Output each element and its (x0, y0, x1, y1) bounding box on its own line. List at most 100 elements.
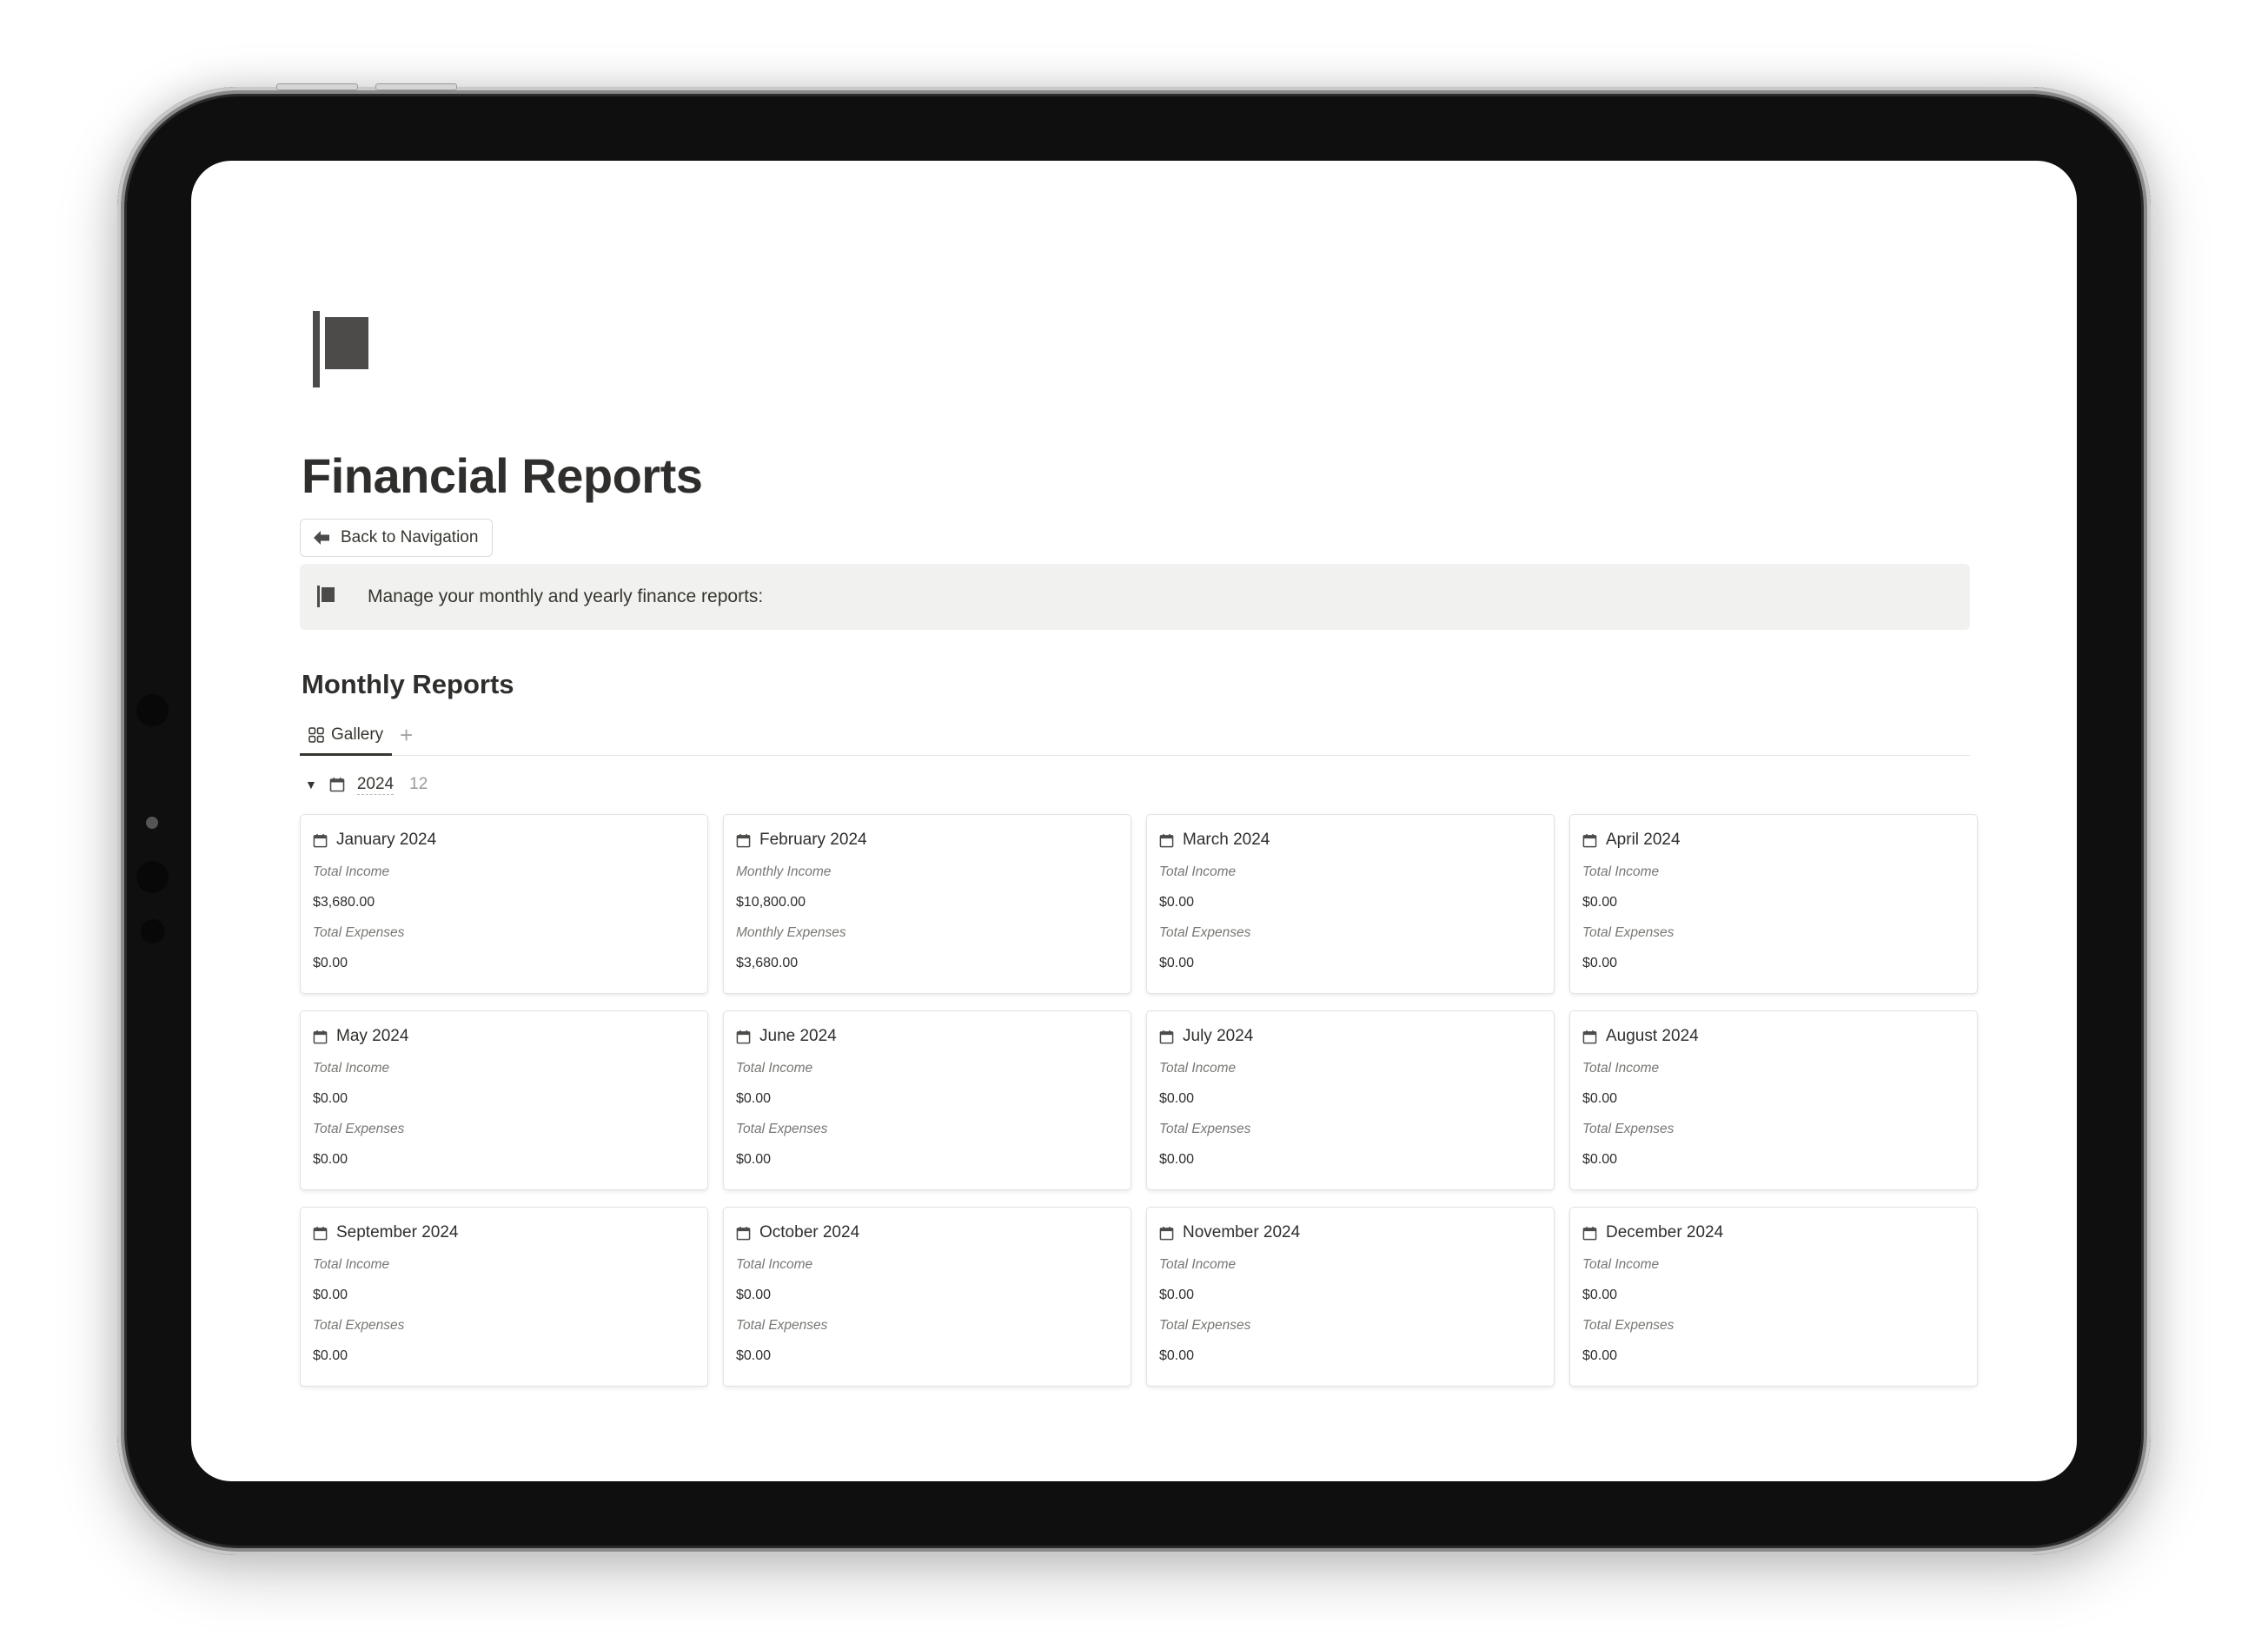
camera-icon (146, 817, 158, 829)
expenses-value: $0.00 (1582, 1348, 1618, 1363)
group-count: 12 (409, 775, 428, 793)
card-title: June 2024 (736, 1023, 1118, 1049)
gallery-card[interactable]: May 2024 Total Income $0.00 Total Expens… (300, 1010, 708, 1190)
income-label: Total Income (1582, 1061, 1660, 1076)
income-label: Total Income (736, 1061, 813, 1076)
card-title-text: April 2024 (1606, 831, 1681, 849)
calendar-icon (736, 833, 751, 847)
gallery-card[interactable]: October 2024 Total Income $0.00 Total Ex… (723, 1207, 1131, 1387)
card-title-text: January 2024 (336, 831, 437, 849)
card-title: March 2024 (1159, 827, 1542, 853)
back-button-label: Back to Navigation (341, 528, 479, 546)
callout-block: Manage your monthly and yearly finance r… (300, 564, 1970, 630)
income-label: Total Income (1582, 1257, 1660, 1272)
gallery-card[interactable]: January 2024 Total Income $3,680.00 Tota… (300, 814, 708, 994)
card-title-text: February 2024 (759, 831, 867, 849)
card-title-text: June 2024 (759, 1027, 837, 1045)
expenses-value: $0.00 (1159, 1152, 1195, 1167)
income-value: $0.00 (1582, 895, 1618, 910)
income-value: $0.00 (313, 1091, 348, 1106)
card-title-text: October 2024 (759, 1223, 860, 1241)
back-to-navigation-button[interactable]: Back to Navigation (300, 519, 494, 557)
card-title-text: May 2024 (336, 1027, 409, 1045)
card-title: April 2024 (1582, 827, 1965, 853)
income-value: $0.00 (1159, 895, 1195, 910)
expenses-value: $0.00 (736, 1348, 772, 1363)
tab-gallery[interactable]: Gallery (300, 717, 393, 756)
card-title: September 2024 (313, 1220, 695, 1246)
income-value: $0.00 (736, 1288, 772, 1302)
expenses-label: Total Expenses (736, 1318, 828, 1333)
income-value: $0.00 (736, 1091, 772, 1106)
screen: Financial Reports Back to Navigation Man… (191, 161, 2077, 1481)
gallery-grid-icon (308, 727, 324, 743)
income-label: Total Income (1159, 1257, 1237, 1272)
calendar-icon (313, 1030, 328, 1043)
income-label: Total Income (736, 1257, 813, 1272)
gallery-grid: January 2024 Total Income $3,680.00 Tota… (300, 814, 1978, 1387)
expenses-value: $0.00 (313, 956, 348, 970)
expenses-value: $0.00 (736, 1152, 772, 1167)
income-value: $0.00 (1159, 1288, 1195, 1302)
expenses-label: Total Expenses (736, 1122, 828, 1136)
calendar-icon (1582, 833, 1597, 847)
volume-button (276, 83, 358, 90)
expenses-value: $0.00 (313, 1348, 348, 1363)
sensor-dot (136, 861, 169, 893)
sensor-dot (141, 919, 165, 943)
income-label: Monthly Income (736, 864, 832, 879)
card-title-text: December 2024 (1606, 1223, 1724, 1241)
card-title-text: November 2024 (1183, 1223, 1301, 1241)
gallery-card[interactable]: August 2024 Total Income $0.00 Total Exp… (1569, 1010, 1978, 1190)
income-label: Total Income (313, 864, 390, 879)
card-title-text: July 2024 (1183, 1027, 1254, 1045)
income-label: Total Income (1159, 864, 1237, 879)
gallery-card[interactable]: February 2024 Monthly Income $10,800.00 … (723, 814, 1131, 994)
add-view-button[interactable]: + (400, 722, 413, 748)
income-value: $0.00 (1582, 1091, 1618, 1106)
card-title: November 2024 (1159, 1220, 1542, 1246)
calendar-icon (1582, 1226, 1597, 1240)
card-title-text: August 2024 (1606, 1027, 1699, 1045)
arrow-left-icon (314, 531, 329, 545)
expenses-label: Total Expenses (313, 1318, 405, 1333)
gallery-card[interactable]: December 2024 Total Income $0.00 Total E… (1569, 1207, 1978, 1387)
income-label: Total Income (313, 1257, 390, 1272)
expenses-label: Total Expenses (313, 1122, 405, 1136)
calendar-icon (1159, 833, 1174, 847)
gallery-card[interactable]: July 2024 Total Income $0.00 Total Expen… (1146, 1010, 1555, 1190)
income-value: $0.00 (1159, 1091, 1195, 1106)
flag-icon[interactable] (313, 311, 382, 389)
page-title: Financial Reports (302, 448, 703, 503)
calendar-icon (313, 833, 328, 847)
card-title: October 2024 (736, 1220, 1118, 1246)
expenses-value: $0.00 (1159, 1348, 1195, 1363)
gallery-card[interactable]: April 2024 Total Income $0.00 Total Expe… (1569, 814, 1978, 994)
gallery-card[interactable]: June 2024 Total Income $0.00 Total Expen… (723, 1010, 1131, 1190)
gallery-card[interactable]: November 2024 Total Income $0.00 Total E… (1146, 1207, 1555, 1387)
expenses-label: Total Expenses (1582, 925, 1674, 940)
expenses-label: Total Expenses (1159, 1122, 1251, 1136)
view-tabs: Gallery + (300, 717, 1970, 756)
group-header: ▼ 2024 12 (305, 771, 428, 798)
card-title: May 2024 (313, 1023, 695, 1049)
income-label: Total Income (313, 1061, 390, 1076)
volume-button (375, 83, 457, 90)
income-value: $10,800.00 (736, 895, 806, 910)
income-label: Total Income (1159, 1061, 1237, 1076)
expenses-label: Total Expenses (1582, 1318, 1674, 1333)
expenses-label: Total Expenses (1159, 1318, 1251, 1333)
database-title: Monthly Reports (302, 669, 514, 699)
calendar-icon (313, 1226, 328, 1240)
gallery-card[interactable]: March 2024 Total Income $0.00 Total Expe… (1146, 814, 1555, 994)
calendar-icon (1159, 1030, 1174, 1043)
group-name[interactable]: 2024 (356, 775, 395, 795)
gallery-card[interactable]: September 2024 Total Income $0.00 Total … (300, 1207, 708, 1387)
calendar-icon (736, 1226, 751, 1240)
card-title: January 2024 (313, 827, 695, 853)
group-toggle[interactable]: ▼ (305, 778, 317, 791)
card-title-text: March 2024 (1183, 831, 1270, 849)
expenses-label: Total Expenses (1582, 1122, 1674, 1136)
callout-text: Manage your monthly and yearly finance r… (368, 586, 764, 606)
flag-icon (317, 586, 336, 608)
